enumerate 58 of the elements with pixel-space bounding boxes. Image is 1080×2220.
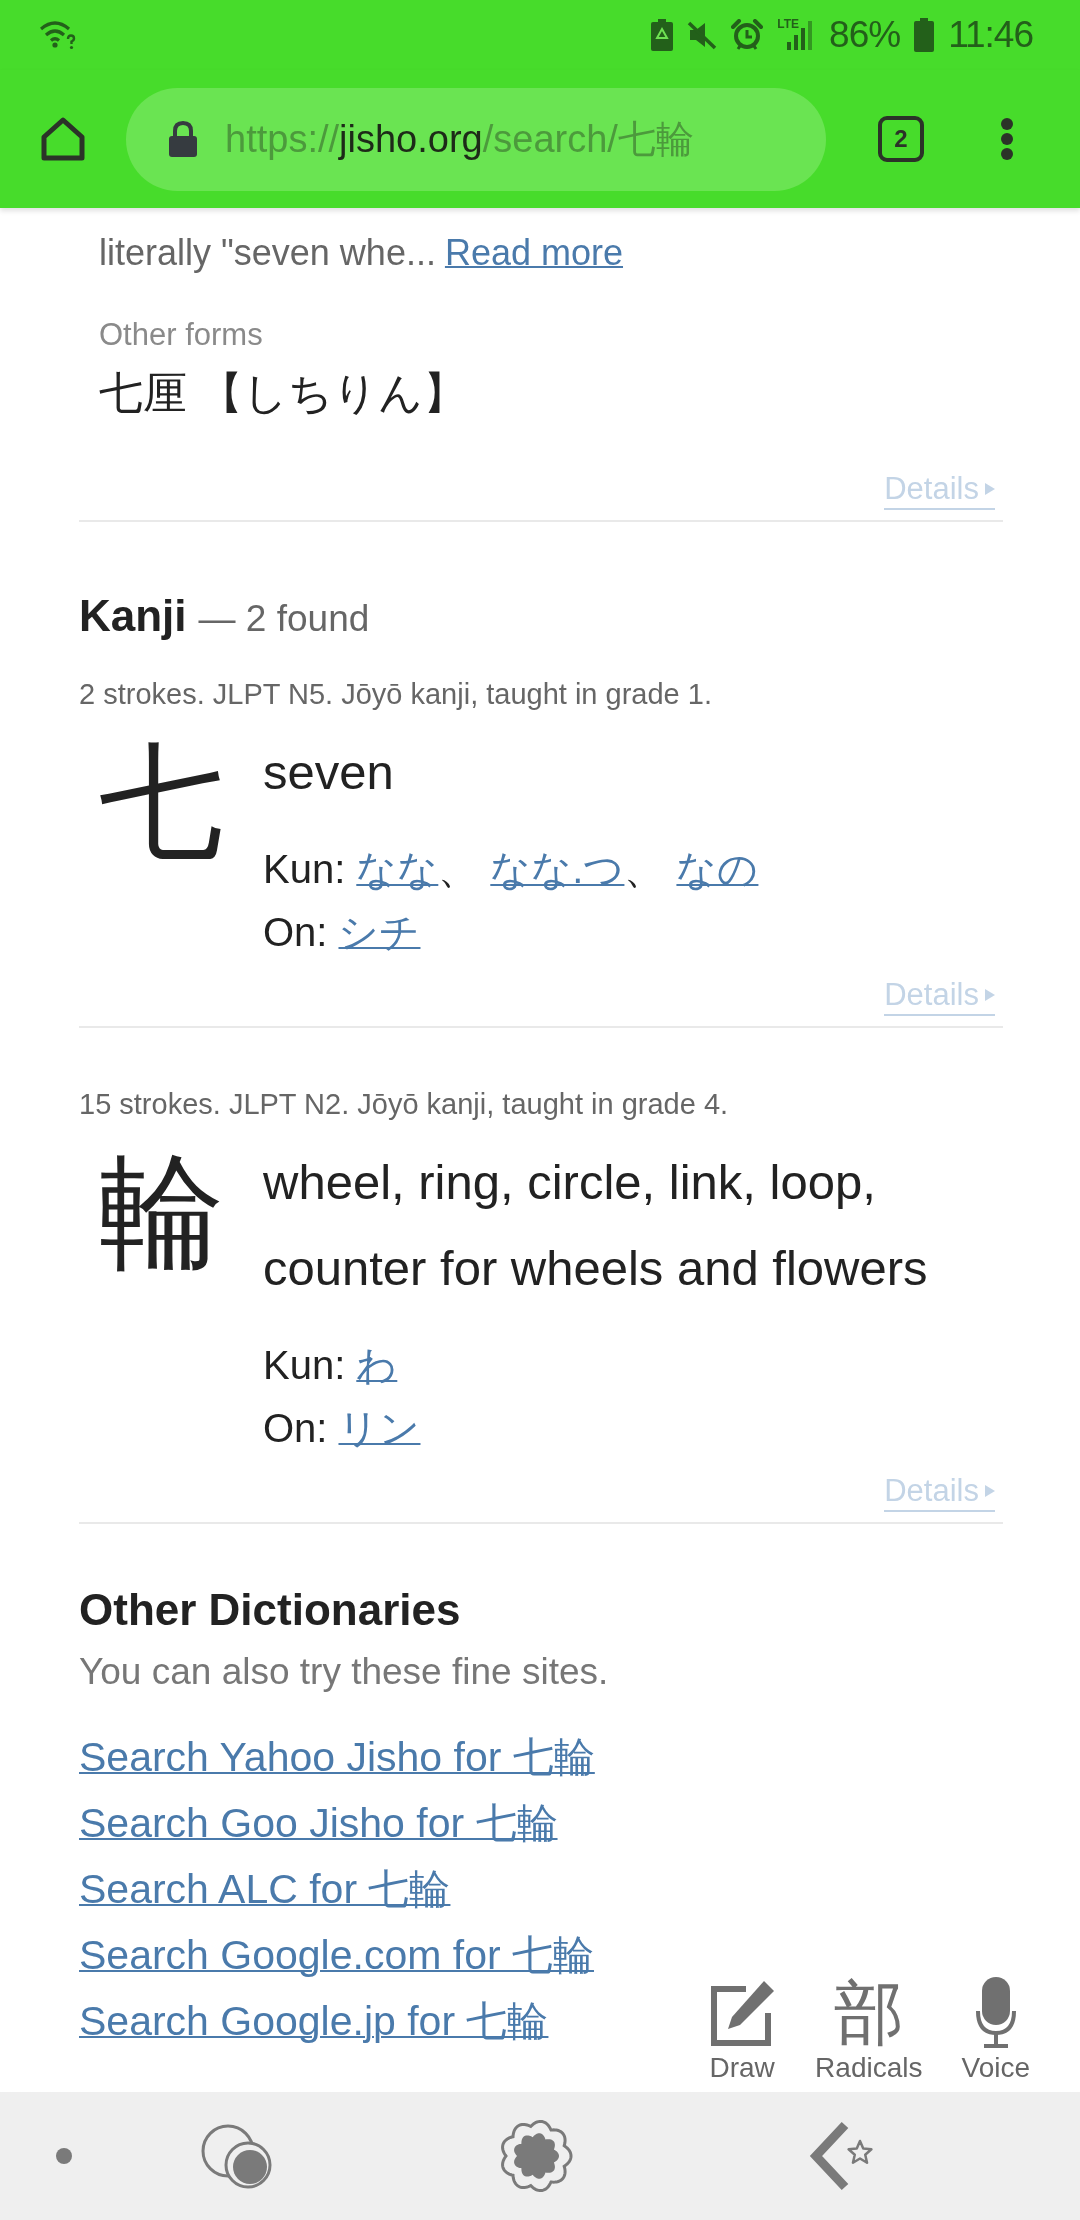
address-bar[interactable]: https://jisho.org/search/七輪	[126, 87, 826, 191]
other-forms-text: 七厘 【しちりん】	[99, 367, 469, 419]
result-count: — 2 found	[198, 597, 370, 641]
reading-separator: 、	[438, 846, 479, 893]
reading-link[interactable]: リン	[338, 1400, 421, 1456]
section-subtitle: You can also try these fine sites.	[79, 1650, 610, 1694]
radicals-tool-button[interactable]: 部 Radicals	[815, 1977, 923, 2085]
lock-icon	[168, 121, 198, 157]
voice-tool-button[interactable]: Voice	[961, 1977, 1030, 2085]
wifi-icon	[40, 20, 76, 50]
url-text: https://jisho.org/search/七輪	[225, 117, 694, 162]
tab-switcher-button[interactable]: 2	[878, 116, 924, 162]
kanji-info: 2 strokes. JLPT N5. Jōyō kanji, taught in grade 1.	[79, 677, 713, 712]
triangle-right-icon	[985, 483, 995, 495]
battery-percentage: 86%	[829, 15, 901, 55]
flower-icon[interactable]	[498, 2118, 574, 2194]
triangle-right-icon	[985, 1485, 995, 1497]
reading-label: Kun:	[263, 846, 346, 893]
chevron-star-icon[interactable]	[809, 2120, 875, 2192]
battery-saver-icon	[651, 19, 674, 51]
reading-link[interactable]: なな.つ	[490, 841, 625, 897]
pencil-square-icon	[708, 1979, 777, 2049]
reading-link[interactable]: なの	[676, 841, 759, 897]
reading-link[interactable]: わ	[356, 1337, 398, 1393]
reading-separator: 、	[624, 846, 665, 893]
kanji-character[interactable]: 七	[79, 729, 263, 960]
reading-link[interactable]: なな	[356, 841, 439, 897]
dictionary-link[interactable]: Search ALC for 七輪	[79, 1856, 451, 1922]
draw-tool-button[interactable]: Draw	[708, 1979, 777, 2085]
section-title: Other Dictionaries	[79, 1584, 461, 1636]
dictionary-link[interactable]: Search Google.com for 七輪	[79, 1922, 594, 1988]
dot-icon[interactable]	[56, 2148, 72, 2164]
home-icon[interactable]	[40, 116, 86, 162]
reading-link[interactable]: シチ	[338, 904, 421, 960]
network-type: LTE	[777, 18, 800, 30]
alarm-icon	[731, 19, 764, 51]
section-title: Kanji	[79, 590, 187, 642]
kanji-meaning: seven	[263, 744, 395, 801]
reading-label: On:	[263, 1405, 328, 1452]
kanji-meaning: wheel, ring, circle, link, loop, counter for wheels and flowers	[263, 1154, 929, 1297]
kanji-character[interactable]: 輪	[79, 1139, 263, 1456]
other-forms-label: Other forms	[99, 316, 264, 354]
mute-icon	[687, 20, 718, 50]
overlapping-circles-icon[interactable]	[200, 2123, 272, 2189]
status-time: 11:46	[948, 15, 1033, 55]
dictionary-link[interactable]: Search Yahoo Jisho for 七輪	[79, 1724, 595, 1790]
kanji-info: 15 strokes. JLPT N2. Jōyō kanji, taught in grade 4.	[79, 1087, 730, 1122]
microphone-icon	[974, 1977, 1017, 2049]
read-more-link[interactable]: Read more	[444, 232, 623, 273]
triangle-right-icon	[985, 989, 995, 1001]
radical-character: 部	[833, 1977, 904, 2049]
dictionary-link[interactable]: Search Goo Jisho for 七輪	[79, 1790, 558, 1856]
battery-icon	[914, 18, 935, 52]
dictionary-link[interactable]: Search Google.jp for 七輪	[79, 1988, 549, 2054]
reading-label: Kun:	[263, 1342, 346, 1389]
definition-note: literally "seven whe... Read more	[99, 231, 624, 275]
reading-label: On:	[263, 909, 328, 956]
more-options-icon[interactable]	[1000, 117, 1014, 161]
